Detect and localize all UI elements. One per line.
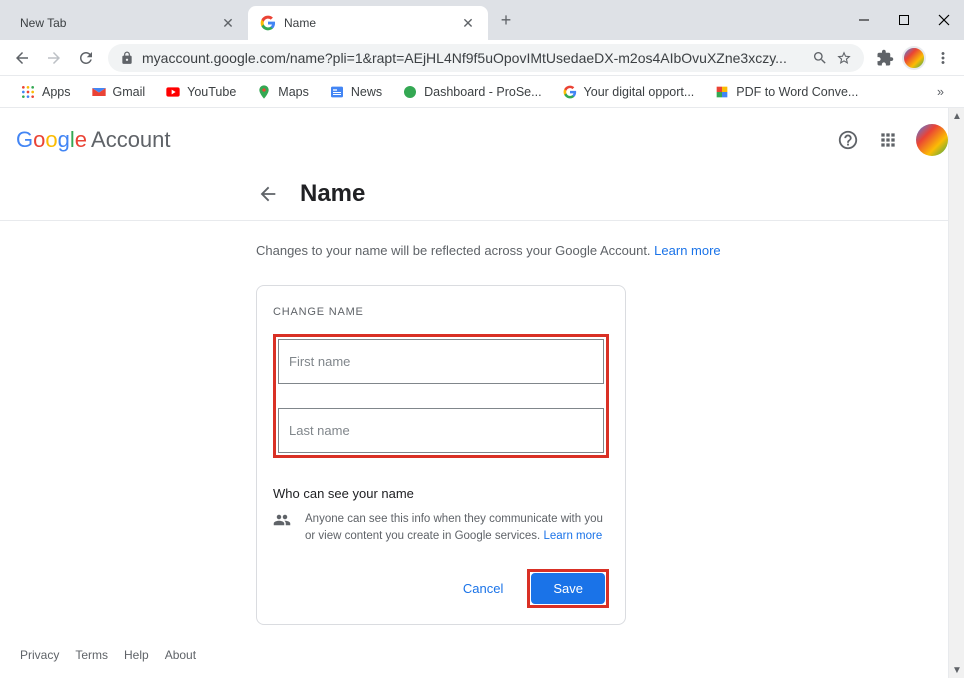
help-icon[interactable] (836, 128, 860, 152)
google-favicon-icon (260, 15, 276, 31)
news-icon (329, 84, 345, 100)
tab-title: Name (284, 16, 460, 30)
bookmarks-overflow-button[interactable]: » (929, 81, 952, 103)
apps-grid-icon (20, 84, 36, 100)
profile-avatar-icon[interactable] (902, 46, 926, 70)
bookmark-maps[interactable]: Maps (248, 80, 317, 104)
last-name-input[interactable] (278, 408, 604, 453)
extensions-icon[interactable] (876, 49, 894, 67)
nav-forward-button[interactable] (40, 44, 68, 72)
visibility-description: Anyone can see this info when they commu… (305, 511, 609, 546)
product-name: Account (91, 127, 171, 153)
bookmarks-bar: Apps Gmail YouTube Maps News Dashboard -… (0, 76, 964, 108)
people-icon (273, 511, 291, 546)
scroll-up-icon[interactable]: ▲ (949, 108, 964, 124)
bookmark-pdf[interactable]: PDF to Word Conve... (706, 80, 866, 104)
tab-title: New Tab (20, 16, 220, 30)
browser-tab-newtab[interactable]: New Tab ✕ (8, 6, 248, 40)
google-icon (562, 84, 578, 100)
footer-help-link[interactable]: Help (124, 648, 149, 662)
browser-toolbar: myaccount.google.com/name?pli=1&rapt=AEj… (0, 40, 964, 76)
bookmark-youtube[interactable]: YouTube (157, 80, 244, 104)
bookmark-dashboard[interactable]: Dashboard - ProSe... (394, 80, 549, 104)
footer-about-link[interactable]: About (165, 648, 196, 662)
new-tab-button[interactable]: + (492, 6, 520, 34)
page-footer: Privacy Terms Help About (20, 648, 196, 662)
google-logo[interactable]: Google (16, 127, 87, 153)
footer-privacy-link[interactable]: Privacy (20, 648, 59, 662)
save-highlight-box: Save (527, 569, 609, 608)
footer-terms-link[interactable]: Terms (75, 648, 108, 662)
first-name-input[interactable] (278, 339, 604, 384)
card-section-label: CHANGE NAME (273, 306, 609, 318)
change-name-card: CHANGE NAME Who can see your name Anyone… (256, 285, 626, 626)
page-description: Changes to your name will be reflected a… (256, 241, 878, 261)
close-icon[interactable]: ✕ (220, 15, 236, 31)
visibility-heading: Who can see your name (273, 486, 609, 501)
gmail-icon (91, 84, 107, 100)
save-button[interactable]: Save (531, 573, 605, 604)
window-maximize-button[interactable] (892, 8, 916, 32)
page-title: Name (300, 180, 365, 208)
window-close-button[interactable] (932, 8, 956, 32)
learn-more-link[interactable]: Learn more (654, 243, 720, 258)
pdf-icon (714, 84, 730, 100)
address-bar[interactable]: myaccount.google.com/name?pli=1&rapt=AEj… (108, 44, 864, 72)
scroll-down-icon[interactable]: ▼ (949, 662, 964, 678)
app-header: Google Account (0, 108, 964, 172)
maps-icon (256, 84, 272, 100)
visibility-learn-more-link[interactable]: Learn more (543, 530, 602, 542)
nav-reload-button[interactable] (72, 44, 100, 72)
browser-tab-name[interactable]: Name ✕ (248, 6, 488, 40)
window-minimize-button[interactable] (852, 8, 876, 32)
zoom-icon[interactable] (812, 50, 828, 66)
browser-tab-strip: New Tab ✕ Name ✕ + (0, 0, 964, 40)
bookmark-apps[interactable]: Apps (12, 80, 79, 104)
url-text: myaccount.google.com/name?pli=1&rapt=AEj… (142, 50, 812, 66)
lock-icon (120, 51, 134, 65)
app-launcher-icon[interactable] (876, 128, 900, 152)
bookmark-star-icon[interactable] (836, 50, 852, 66)
cancel-button[interactable]: Cancel (451, 573, 515, 604)
bookmark-news[interactable]: News (321, 80, 390, 104)
scrollbar[interactable]: ▲ ▼ (948, 108, 964, 678)
bookmark-gmail[interactable]: Gmail (83, 80, 154, 104)
back-arrow-button[interactable] (256, 182, 280, 206)
page-title-row: Name (62, 172, 902, 220)
input-highlight-box (273, 334, 609, 458)
youtube-icon (165, 84, 181, 100)
browser-menu-icon[interactable] (934, 49, 952, 67)
bookmark-digital[interactable]: Your digital opport... (554, 80, 703, 104)
close-icon[interactable]: ✕ (460, 15, 476, 31)
account-avatar[interactable] (916, 124, 948, 156)
nav-back-button[interactable] (8, 44, 36, 72)
dashboard-icon (402, 84, 418, 100)
